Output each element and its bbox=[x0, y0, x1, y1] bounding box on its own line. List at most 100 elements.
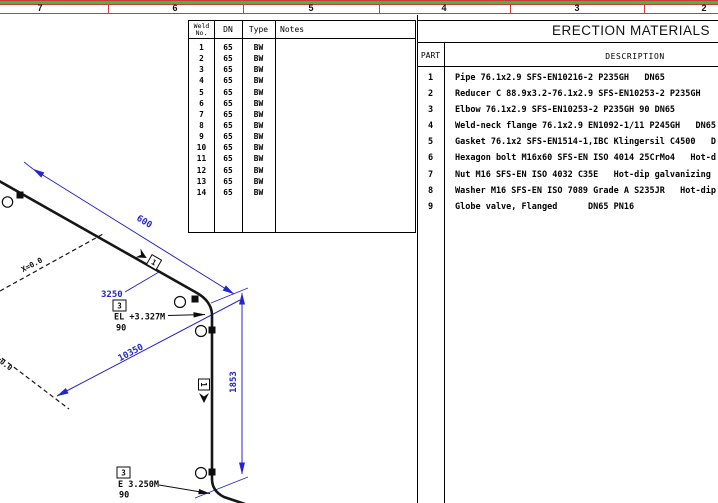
type-cell: BW bbox=[242, 75, 275, 86]
dn-cell: 65 bbox=[214, 153, 242, 164]
dimension-text-10350: 10350 bbox=[117, 342, 146, 364]
weld-number-cell: 11 bbox=[189, 153, 214, 164]
dn-cell: 65 bbox=[214, 120, 242, 131]
dn-header: DN bbox=[214, 21, 242, 38]
dn-cell: 65 bbox=[214, 42, 242, 53]
type-cell: BW bbox=[242, 53, 275, 64]
erection-material-row: 4 Weld-neck flange 76.1x2.9 EN1092-1/11 … bbox=[417, 118, 718, 134]
erection-material-row: 3 Elbow 76.1x2.9 SFS-EN10253-2 P235GH 90… bbox=[417, 102, 718, 118]
weld-number-cell: 6 bbox=[189, 98, 214, 109]
description-column-header: DESCRIPTION bbox=[444, 52, 718, 61]
weld-number-cell: 3 bbox=[189, 64, 214, 75]
weld-table-row: 11 65 BW bbox=[189, 153, 415, 164]
notes-header: Notes bbox=[275, 21, 420, 38]
ruler-number: 4 bbox=[441, 3, 446, 13]
leader-top-elevation bbox=[168, 315, 205, 316]
dn-cell: 65 bbox=[214, 131, 242, 142]
part-number-cell: 1 bbox=[417, 70, 444, 86]
type-cell: BW bbox=[242, 165, 275, 176]
ruler-tick bbox=[510, 5, 511, 14]
notes-cell bbox=[275, 53, 415, 64]
dn-cell: 65 bbox=[214, 53, 242, 64]
weld-table-row: 7 65 BW bbox=[189, 109, 415, 120]
weld-table-row: 1 65 BW bbox=[189, 42, 415, 53]
y-axis-label: Y=0.0 bbox=[0, 352, 15, 373]
dn-cell: 65 bbox=[214, 98, 242, 109]
weld-number-cell: 9 bbox=[189, 131, 214, 142]
ruler-number: 2 bbox=[701, 3, 706, 13]
weld-number-cell: 10 bbox=[189, 142, 214, 153]
part-number-cell: 7 bbox=[417, 167, 444, 183]
dim-extension-stub bbox=[24, 162, 33, 169]
description-cell: Gasket 76.1x2 SFS-EN1514-1,IBC Klingersi… bbox=[444, 134, 716, 150]
weld-number-cell: 13 bbox=[189, 176, 214, 187]
description-cell: Pipe 76.1x2.9 SFS-EN10216-2 P235GH DN65 bbox=[444, 70, 665, 86]
notes-cell bbox=[275, 64, 415, 75]
type-header: Type bbox=[242, 21, 275, 38]
weld-table-row: 6 65 BW bbox=[189, 98, 415, 109]
weld-circle bbox=[196, 468, 207, 479]
weld-table-header: Weld No. DN Type Notes bbox=[189, 21, 415, 39]
part-number-cell: 9 bbox=[417, 199, 444, 215]
erection-materials-title: ERECTION MATERIALS bbox=[417, 23, 710, 38]
flow-arrow-icon bbox=[199, 393, 209, 403]
dn-cell: 65 bbox=[214, 142, 242, 153]
erection-material-row: 7 Nut M16 SFS-EN ISO 4032 C35E Hot-dip g… bbox=[417, 167, 718, 183]
weld-table-body: 1 65 BW 2 65 BW 3 65 BW 4 65 BW 5 65 BW … bbox=[189, 42, 415, 198]
type-cell: BW bbox=[242, 109, 275, 120]
dimension-text-1853: 1853 bbox=[229, 371, 239, 393]
erection-table-top-border bbox=[417, 20, 718, 21]
type-cell: BW bbox=[242, 187, 275, 198]
weld-table-row: 2 65 BW bbox=[189, 53, 415, 64]
part-number-cell: 6 bbox=[417, 150, 444, 166]
dn-cell: 65 bbox=[214, 176, 242, 187]
part-number-cell: 4 bbox=[417, 118, 444, 134]
notes-cell bbox=[275, 109, 415, 120]
dn-cell: 65 bbox=[214, 109, 242, 120]
weld-table-row: 4 65 BW bbox=[189, 75, 415, 86]
erection-material-row: 9 Globe valve, Flanged DN65 PN16 bbox=[417, 199, 718, 215]
weld-circle bbox=[196, 326, 207, 337]
erection-material-row: 8 Washer M16 SFS-EN ISO 7089 Grade A S23… bbox=[417, 183, 718, 199]
weld-point bbox=[209, 469, 216, 476]
weld-number-cell: 7 bbox=[189, 109, 214, 120]
notes-cell bbox=[275, 142, 415, 153]
description-cell: Globe valve, Flanged DN65 PN16 bbox=[444, 199, 634, 215]
ruler-number: 3 bbox=[574, 3, 579, 13]
weld-point bbox=[192, 296, 199, 303]
ruler-tick bbox=[379, 5, 380, 14]
description-cell: Elbow 76.1x2.9 SFS-EN10253-2 P235GH 90 D… bbox=[444, 102, 675, 118]
weld-table-row: 5 65 BW bbox=[189, 87, 415, 98]
spool-number: 1 bbox=[199, 382, 208, 387]
erection-material-row: 2 Reducer C 88.9x3.2-76.1x2.9 SFS-EN1025… bbox=[417, 86, 718, 102]
y-axis-dashed-line bbox=[0, 349, 69, 409]
weld-table-row: 12 65 BW bbox=[189, 165, 415, 176]
notes-cell bbox=[275, 120, 415, 131]
dn-cell: 65 bbox=[214, 75, 242, 86]
leader-bottom-elevation bbox=[159, 485, 210, 494]
notes-cell bbox=[275, 42, 415, 53]
weld-table-row: 13 65 BW bbox=[189, 176, 415, 187]
part-number-cell: 8 bbox=[417, 183, 444, 199]
type-cell: BW bbox=[242, 153, 275, 164]
weld-number-cell: 5 bbox=[189, 87, 214, 98]
weld-no-header: Weld No. bbox=[189, 21, 214, 38]
notes-cell bbox=[275, 87, 415, 98]
notes-cell bbox=[275, 75, 415, 86]
weld-table-row: 8 65 BW bbox=[189, 120, 415, 131]
part-column-header: PART bbox=[417, 51, 444, 60]
dn-cell: 65 bbox=[214, 87, 242, 98]
weld-number-cell: 2 bbox=[189, 53, 214, 64]
erection-material-row: 6 Hexagon bolt M16x60 SFS-EN ISO 4014 25… bbox=[417, 150, 718, 166]
erection-title-divider bbox=[417, 42, 718, 43]
ruler-tick bbox=[644, 5, 645, 14]
description-cell: Washer M16 SFS-EN ISO 7089 Grade A S235J… bbox=[444, 183, 716, 199]
type-cell: BW bbox=[242, 142, 275, 153]
weld-number-cell: 8 bbox=[189, 120, 214, 131]
type-cell: BW bbox=[242, 120, 275, 131]
part-number-cell: 2 bbox=[417, 86, 444, 102]
x-axis-dashed-line bbox=[0, 234, 103, 291]
ref-number-bottom: 3 bbox=[121, 469, 126, 478]
weld-point bbox=[17, 192, 24, 199]
part-number-cell: 5 bbox=[417, 134, 444, 150]
